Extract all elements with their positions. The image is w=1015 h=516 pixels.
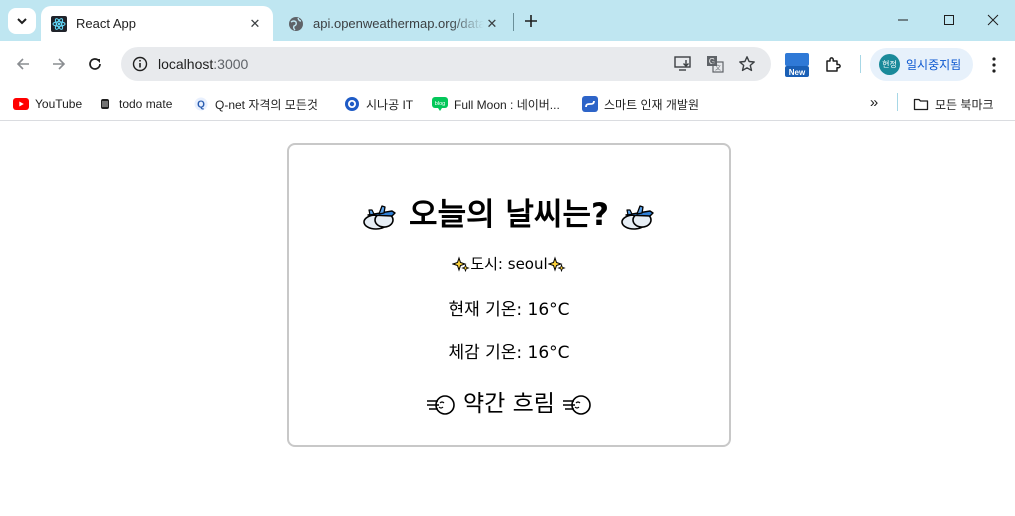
- sparkles-icon: [452, 255, 470, 272]
- address-bar[interactable]: localhost:3000 G文: [121, 47, 771, 81]
- minimize-button[interactable]: [880, 0, 926, 40]
- new-tab-button[interactable]: [520, 10, 542, 32]
- globe-icon: [288, 16, 304, 32]
- airplane-cloud-icon: [363, 204, 396, 230]
- svg-text:blog: blog: [435, 101, 445, 107]
- feels-like-row: 체감 기온: 16°C: [289, 338, 729, 363]
- site-info-icon[interactable]: [129, 53, 151, 75]
- bookmark-label: YouTube: [35, 97, 83, 111]
- current-temp-row: 현재 기온: 16°C: [289, 295, 729, 320]
- weather-title: 오늘의 날씨는?: [409, 197, 609, 233]
- extension-new-icon: New: [785, 53, 809, 77]
- tab-title: React App: [76, 16, 136, 31]
- arrow-right-icon: [53, 58, 66, 70]
- tab-openweathermap[interactable]: api.openweathermap.org/data ✕: [278, 6, 510, 41]
- browser-toolbar: localhost:3000 G文 New 현정 일시중지됨: [0, 41, 1015, 87]
- wind-face-icon: [563, 394, 592, 415]
- extensions-button[interactable]: [819, 51, 847, 79]
- bookmark-qnet[interactable]: Q Q-net 자격의 모든것: [193, 93, 318, 115]
- bookmark-smart-academy[interactable]: 스마트 인재 개발원: [582, 93, 699, 115]
- url-port: :3000: [213, 56, 249, 72]
- folder-icon: [913, 96, 929, 112]
- feels-like-label: 체감 기온:: [448, 343, 528, 363]
- tab-strip: React App ✕ api.openweathermap.org/data …: [0, 0, 1015, 41]
- reload-icon: [89, 58, 101, 70]
- all-bookmarks-button[interactable]: 모든 북마크: [913, 93, 994, 115]
- bookmark-label: Q-net 자격의 모든것: [215, 97, 318, 112]
- translate-icon[interactable]: G文: [703, 53, 727, 75]
- youtube-icon: [13, 96, 29, 112]
- arrow-left-icon: [16, 58, 29, 70]
- chevron-down-icon: [17, 18, 27, 25]
- weather-title-row: 오늘의 날씨는?: [289, 189, 729, 234]
- install-app-icon[interactable]: [671, 53, 695, 75]
- weather-description: 약간 흐림: [463, 391, 555, 417]
- url-host: localhost: [158, 56, 214, 72]
- city-row: 도시: seoul: [289, 253, 729, 274]
- sinagong-icon: [344, 96, 360, 112]
- tab-search-button[interactable]: [8, 8, 36, 34]
- feels-like-value: 16°C: [527, 343, 570, 363]
- extension-new-button[interactable]: New: [783, 51, 811, 79]
- airplane-cloud-icon: [620, 204, 654, 230]
- browser-menu-button[interactable]: [982, 51, 1006, 79]
- profile-label: 일시중지됨: [906, 58, 962, 72]
- qnet-icon: Q: [193, 96, 209, 112]
- puzzle-icon: [826, 57, 841, 72]
- bookmark-label: Full Moon : 네이버...: [454, 97, 560, 112]
- bookmark-youtube[interactable]: YouTube: [13, 93, 82, 115]
- bookmark-sinagong[interactable]: 시나공 IT: [344, 93, 413, 115]
- city-label: 도시:: [470, 255, 508, 273]
- sparkles-icon: [547, 255, 566, 272]
- all-bookmarks-label: 모든 북마크: [935, 97, 994, 112]
- back-button[interactable]: [9, 50, 37, 78]
- forward-button[interactable]: [45, 50, 73, 78]
- maximize-button[interactable]: [926, 0, 972, 40]
- tab-divider: [513, 13, 514, 31]
- star-icon[interactable]: [735, 53, 759, 75]
- current-temp-value: 16°C: [527, 300, 570, 320]
- bookmark-label: todo mate: [119, 97, 173, 111]
- bookmarks-bar: YouTube todo mate Q Q-net 자격의 모든것 시나공 IT…: [0, 87, 1015, 121]
- page-viewport: 오늘의 날씨는? 도시: seoul 현재 기온: 16°C 체감 기온: 16…: [0, 122, 1015, 516]
- close-icon[interactable]: ✕: [247, 16, 263, 32]
- bookmark-label: 시나공 IT: [366, 97, 414, 112]
- avatar: 현정: [879, 54, 900, 75]
- close-icon: [987, 14, 999, 26]
- current-temp-label: 현재 기온:: [448, 300, 528, 320]
- reload-button[interactable]: [81, 50, 109, 78]
- tab-title: api.openweathermap.org/data: [313, 16, 484, 31]
- url-text[interactable]: localhost:3000: [158, 56, 248, 72]
- extension-badge-text: New: [789, 68, 806, 77]
- toolbar-divider: [860, 55, 861, 73]
- todo-mate-icon: [97, 96, 113, 112]
- svg-text:Q: Q: [197, 100, 205, 111]
- minimize-icon: [898, 19, 908, 21]
- chevron-double-right-icon[interactable]: »: [864, 92, 884, 112]
- plus-icon: [525, 15, 537, 27]
- bookmark-todo-mate[interactable]: todo mate: [97, 93, 172, 115]
- react-icon: [51, 15, 67, 32]
- weather-card: 오늘의 날씨는? 도시: seoul 현재 기온: 16°C 체감 기온: 16…: [287, 143, 731, 447]
- bookmark-label: 스마트 인재 개발원: [604, 97, 699, 112]
- description-row: 약간 흐림: [289, 384, 729, 418]
- close-window-button[interactable]: [970, 0, 1015, 40]
- more-vertical-icon: [992, 57, 996, 73]
- close-icon[interactable]: ✕: [484, 16, 500, 32]
- wind-face-icon: [426, 394, 455, 415]
- city-value: seoul: [507, 255, 548, 273]
- maximize-icon: [944, 15, 954, 25]
- svg-text:文: 文: [715, 64, 721, 72]
- naver-blog-icon: blog: [432, 96, 448, 112]
- tab-react-app[interactable]: React App ✕: [41, 6, 273, 41]
- bookmark-naver-blog[interactable]: blog Full Moon : 네이버...: [432, 93, 560, 115]
- bookmarks-divider: [897, 93, 898, 111]
- smart-academy-icon: [582, 96, 598, 112]
- profile-button[interactable]: 현정 일시중지됨: [870, 48, 973, 81]
